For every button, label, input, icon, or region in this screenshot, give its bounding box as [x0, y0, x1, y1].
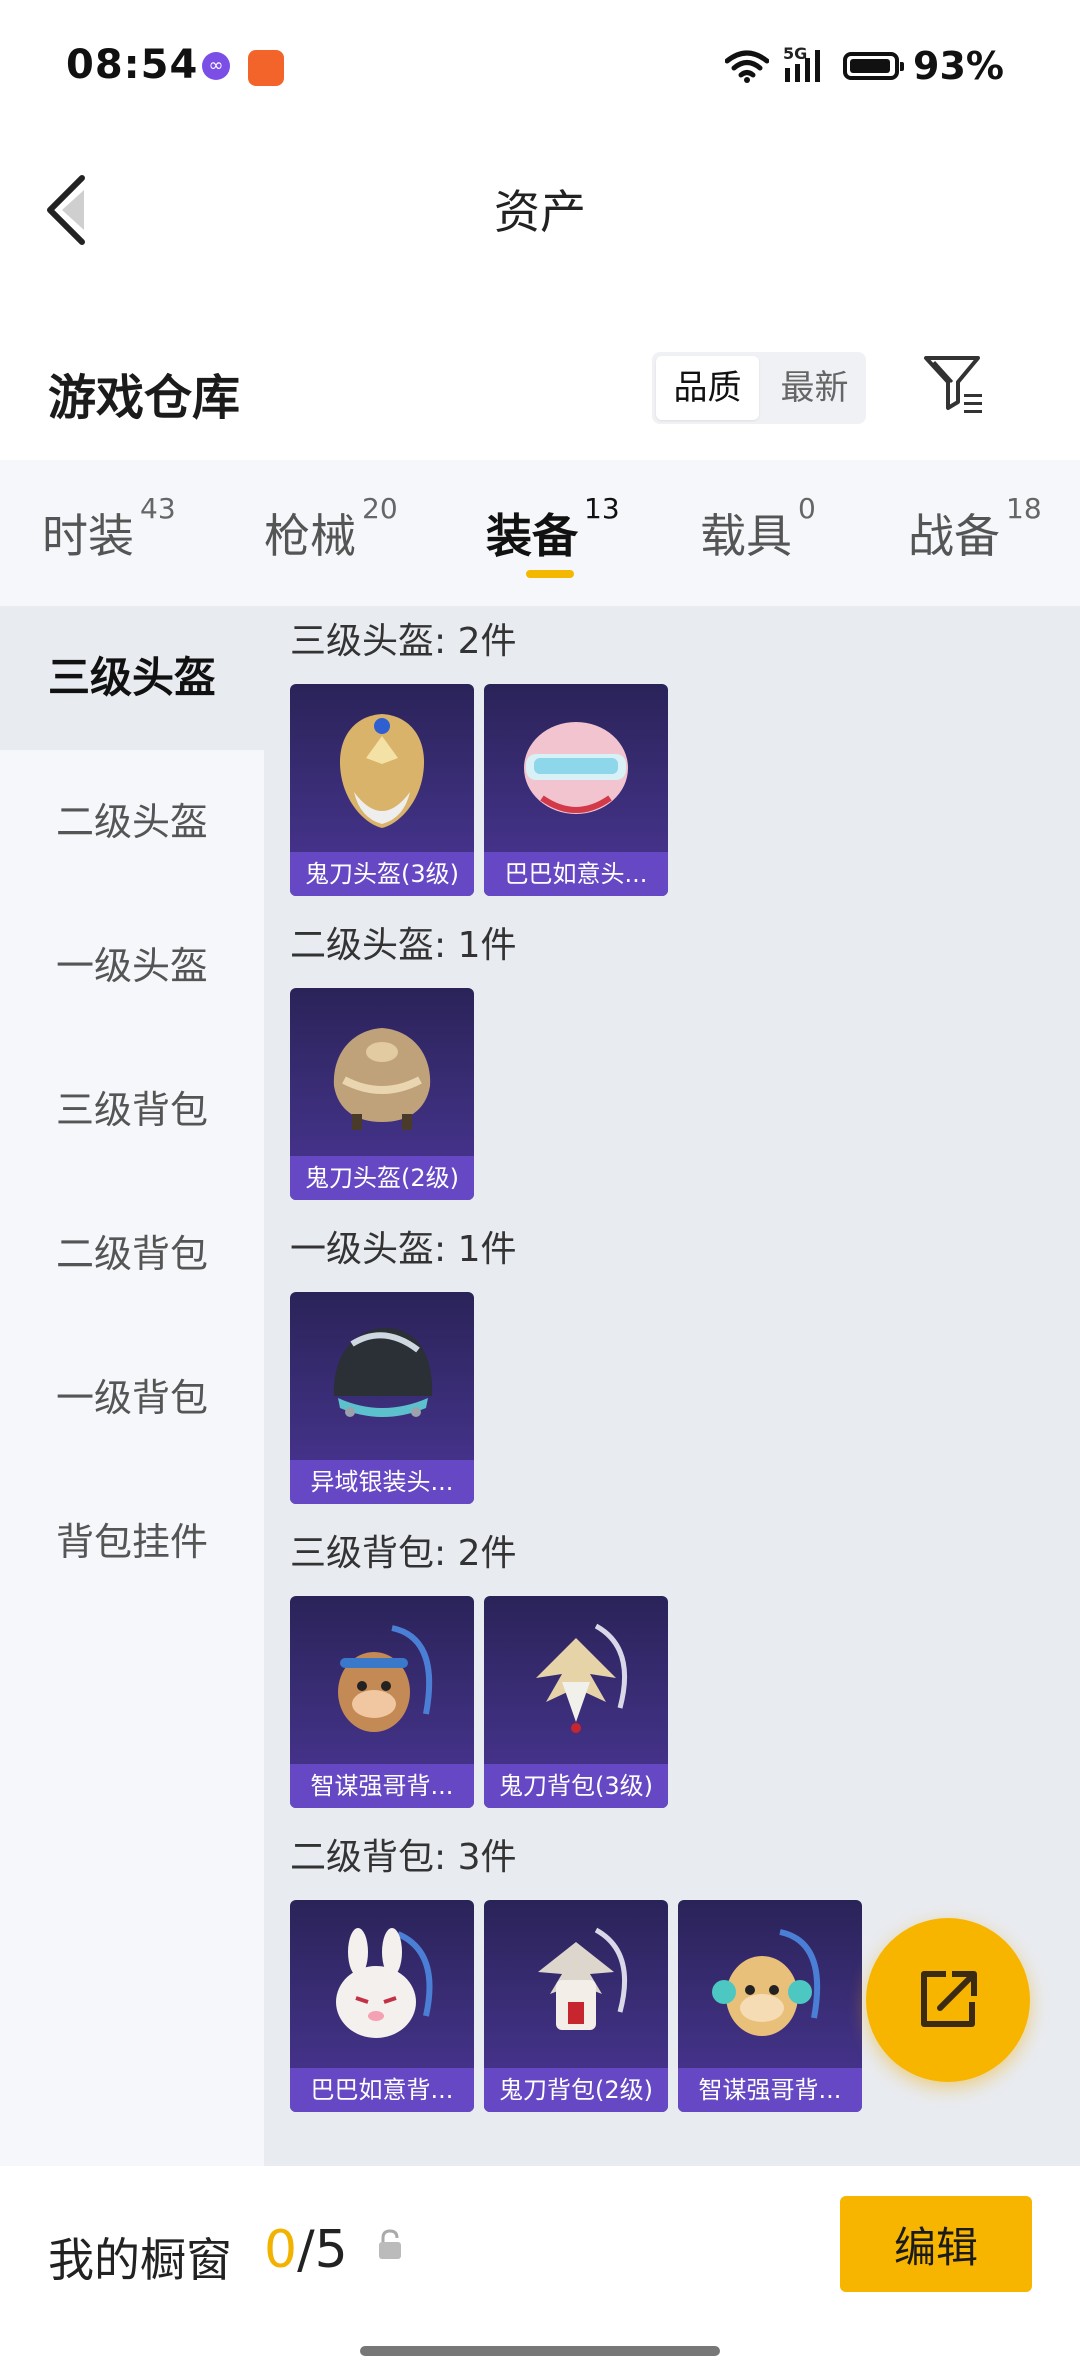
showcase-count: 0/5	[264, 2220, 348, 2280]
tab-count: 18	[1006, 492, 1042, 525]
item-card[interactable]: 鬼刀背包(2级)	[484, 1900, 668, 2112]
filter-icon[interactable]	[922, 352, 988, 418]
tab-label: 载具	[700, 509, 792, 563]
plush-backpack-icon	[712, 1929, 821, 2036]
sort-option-quality[interactable]: 品质	[656, 356, 759, 420]
share-fab-button[interactable]	[866, 1918, 1030, 2082]
black-helmet-icon	[333, 1328, 433, 1417]
item-name: 鬼刀头盔(3级)	[290, 852, 474, 896]
sidebar-item-level1-backpack[interactable]: 一级背包	[0, 1326, 264, 1470]
item-card[interactable]: 鬼刀背包(3级)	[484, 1596, 668, 1808]
sidebar-item-level2-helmet[interactable]: 二级头盔	[0, 750, 264, 894]
item-card[interactable]: 鬼刀头盔(2级)	[290, 988, 474, 1200]
golden-mask-helmet-icon	[339, 714, 425, 828]
sort-option-latest[interactable]: 最新	[763, 352, 866, 424]
wifi-icon	[725, 50, 770, 83]
section-title: 一级头盔: 1件	[290, 1229, 517, 1270]
showcase-current: 0	[264, 2220, 298, 2280]
item-name: 异域银装头...	[290, 1460, 474, 1504]
edit-button[interactable]: 编辑	[840, 2196, 1032, 2292]
showcase-max: 5	[314, 2220, 348, 2280]
pink-helmet-icon	[524, 722, 628, 814]
item-card[interactable]: 巴巴如意头...	[484, 684, 668, 896]
tab-label: 战备	[908, 509, 1000, 563]
bunny-backpack-icon	[336, 1928, 433, 2038]
item-card[interactable]: 智谋强哥背...	[678, 1900, 862, 2112]
item-name: 鬼刀头盔(2级)	[290, 1156, 474, 1200]
home-indicator[interactable]	[360, 2346, 720, 2356]
tab-label: 时装	[42, 509, 134, 563]
section-title: 二级背包: 3件	[290, 1837, 517, 1878]
tab-fashion[interactable]: 时装43	[42, 492, 176, 566]
tab-supplies[interactable]: 战备18	[908, 492, 1042, 566]
item-card[interactable]: 异域银装头...	[290, 1292, 474, 1504]
section-title: 二级头盔: 1件	[290, 925, 517, 966]
tab-count: 0	[798, 492, 816, 525]
section-title: 三级背包: 2件	[290, 1533, 517, 1574]
item-name: 智谋强哥背...	[678, 2068, 862, 2112]
sidebar-item-level3-backpack[interactable]: 三级背包	[0, 1038, 264, 1182]
tab-vehicles[interactable]: 载具0	[700, 492, 816, 566]
status-indicators: 5G 93%	[725, 44, 1004, 88]
battery-percent: 93%	[913, 44, 1004, 88]
tab-count: 13	[584, 492, 620, 525]
tab-guns[interactable]: 枪械20	[264, 492, 398, 566]
tab-count: 43	[140, 492, 176, 525]
app-notification-icon: ∞	[202, 52, 230, 80]
item-name: 鬼刀背包(2级)	[484, 2068, 668, 2112]
showcase-label: 我的橱窗	[48, 2233, 232, 2287]
tab-count: 20	[362, 492, 398, 525]
tab-label: 装备	[486, 509, 578, 563]
lock-icon	[379, 2229, 401, 2259]
category-tabs: 时装43 枪械20 装备13 载具0 战备18	[0, 460, 1080, 606]
item-card[interactable]: 智谋强哥背...	[290, 1596, 474, 1808]
sidebar-item-backpack-charm[interactable]: 背包挂件	[0, 1470, 264, 1614]
item-name: 鬼刀背包(3级)	[484, 1764, 668, 1808]
winged-backpack-icon	[538, 1927, 628, 2030]
active-tab-indicator	[526, 570, 574, 578]
cell-signal-icon: 5G	[783, 44, 829, 84]
sidebar-item-level2-backpack[interactable]: 二级背包	[0, 1182, 264, 1326]
status-time: 08:54	[66, 42, 199, 88]
plush-backpack-icon	[338, 1625, 433, 1732]
item-name: 巴巴如意头...	[484, 852, 668, 896]
status-bar: 08:54 ∞ 5G 93%	[0, 0, 1080, 130]
winged-backpack-icon	[536, 1623, 628, 1733]
page-title: 资产	[494, 185, 586, 239]
top-navigation: 资产	[0, 130, 1080, 280]
item-card[interactable]: 鬼刀头盔(3级)	[290, 684, 474, 896]
item-card[interactable]: 巴巴如意背...	[290, 1900, 474, 2112]
item-name: 巴巴如意背...	[290, 2068, 474, 2112]
sort-toggle: 品质 最新	[652, 352, 866, 424]
subcategory-sidebar: 三级头盔 二级头盔 一级头盔 三级背包 二级背包 一级背包 背包挂件	[0, 606, 264, 2166]
warehouse-title: 游戏仓库	[48, 370, 241, 426]
app-notification-icon	[248, 50, 284, 86]
share-export-icon	[921, 1971, 977, 2027]
section-title: 三级头盔: 2件	[290, 621, 517, 662]
tab-label: 枪械	[264, 509, 356, 563]
tab-equipment[interactable]: 装备13	[486, 492, 620, 566]
showcase-separator: /	[297, 2220, 315, 2280]
sidebar-item-level1-helmet[interactable]: 一级头盔	[0, 894, 264, 1038]
item-name: 智谋强哥背...	[290, 1764, 474, 1808]
battery-icon	[843, 52, 905, 80]
sidebar-item-level3-helmet[interactable]: 三级头盔	[0, 606, 264, 750]
bronze-helmet-icon	[333, 1028, 431, 1130]
